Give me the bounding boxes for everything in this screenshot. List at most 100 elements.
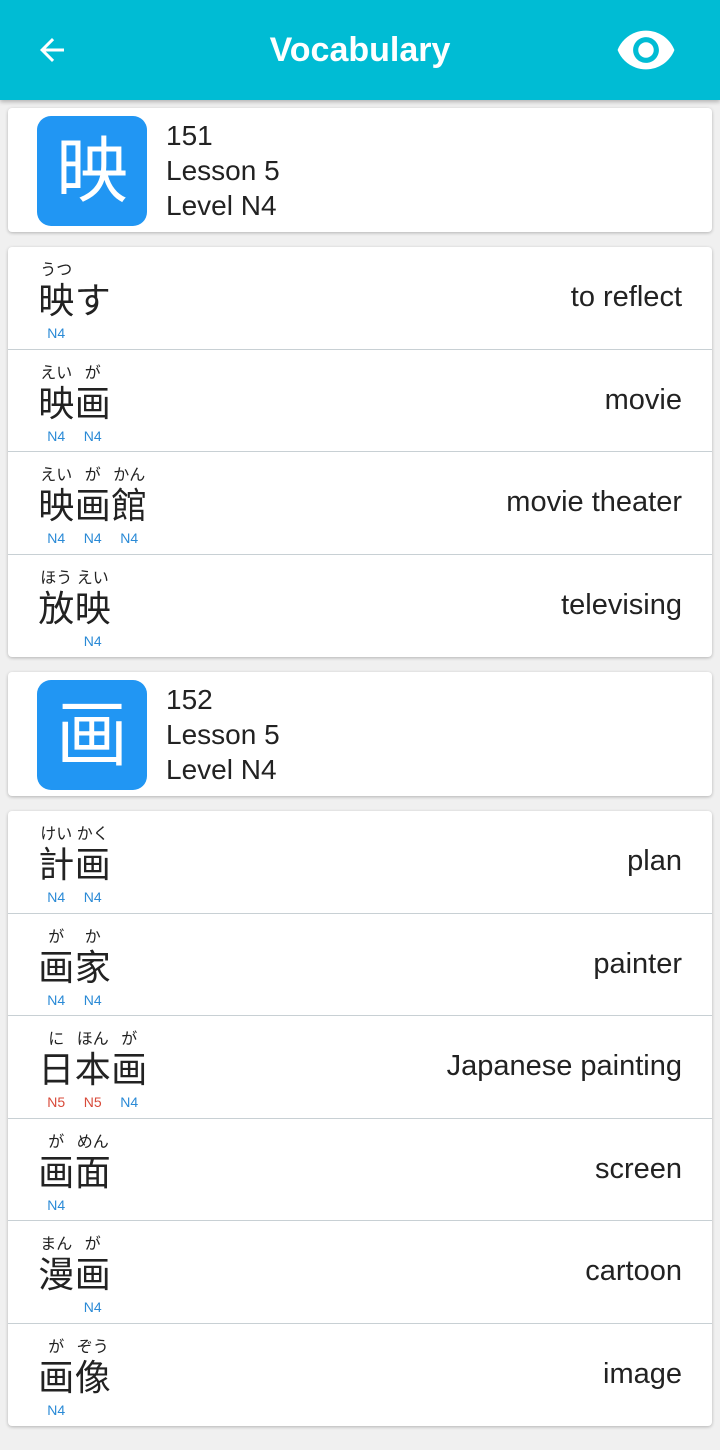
kanji-char: 面 (74, 1152, 111, 1194)
kanji-lesson: Lesson 5 (166, 719, 280, 750)
app-bar: Vocabulary (0, 0, 720, 100)
kanji-char: 家 (74, 947, 111, 989)
kanji-level: Level N4 (166, 190, 277, 221)
jlpt-level: N4 (83, 427, 102, 444)
kanji-char: 映 (38, 486, 75, 527)
jlpt-level: N5 (47, 1094, 66, 1110)
word-meaning: movie (604, 383, 682, 416)
vocab-word: が画 N4 か家 N4 (38, 926, 111, 1008)
word-char: が画 N4 (75, 464, 112, 546)
vocabulary-list[interactable]: 映 151 Lesson 5 Level N4 うつ映 N4 す to refle… (0, 100, 720, 1450)
kanji-meta: 152 Lesson 5 Level N4 (166, 682, 280, 787)
jlpt-level: N4 (120, 1094, 139, 1110)
kanji-char: 放 (38, 588, 75, 630)
word-char: まん漫 (38, 1233, 75, 1315)
kanji-meta: 151 Lesson 5 Level N4 (166, 118, 280, 223)
word-char: めん面 (75, 1131, 112, 1213)
furigana: に (48, 1029, 65, 1048)
kanji-char: 計 (38, 845, 75, 886)
kanji-header-card[interactable]: 画 152 Lesson 5 Level N4 (8, 672, 712, 796)
word-char: す (75, 259, 112, 341)
vocab-row[interactable]: まん漫 が画 N4 cartoon (8, 1221, 712, 1324)
word-char: ほう放 (38, 567, 75, 649)
jlpt-level: N4 (47, 325, 66, 341)
vocab-row[interactable]: うつ映 N4 す to reflect (8, 247, 712, 350)
word-char: が画 N4 (75, 362, 112, 444)
vocab-list-card: うつ映 N4 す to reflect えい映 N4 が画 N4 movie えい映 N… (8, 247, 712, 657)
word-char: が画 N4 (38, 1336, 75, 1418)
vocab-row[interactable]: が画 N4 ぞう像 image (8, 1324, 712, 1427)
word-char: に日 N5 (38, 1028, 75, 1110)
kanji-char: 画 (74, 1255, 111, 1296)
jlpt-level: N4 (47, 1401, 66, 1418)
kanji-char: 映 (74, 588, 111, 630)
vocab-word: ほう放 えい映 N4 (38, 567, 111, 649)
kanji-char: 画 (38, 1152, 75, 1194)
furigana: が (84, 1234, 101, 1253)
furigana: ぞう (76, 1336, 109, 1356)
furigana: が (48, 926, 65, 946)
vocab-row[interactable]: えい映 N4 が画 N4 かん館 N4 movie theater (8, 452, 712, 555)
vocab-word: えい映 N4 が画 N4 かん館 N4 (38, 464, 148, 546)
kanji-char: 像 (74, 1357, 111, 1399)
word-meaning: cartoon (585, 1255, 682, 1287)
furigana: えい (40, 465, 73, 484)
kanji-char: 画 (74, 486, 111, 527)
furigana: うつ (40, 260, 73, 279)
jlpt-level: N4 (83, 530, 102, 546)
furigana: が (84, 362, 101, 382)
kanji-tile: 画 (37, 680, 147, 790)
furigana: まん (40, 1234, 73, 1253)
word-meaning: screen (594, 1152, 682, 1185)
jlpt-level: N4 (47, 427, 66, 444)
vocab-row[interactable]: が画 N4 か家 N4 painter (8, 914, 712, 1016)
jlpt-level: N5 (83, 1094, 102, 1110)
word-meaning: image (603, 1357, 682, 1390)
word-meaning: plan (627, 845, 682, 877)
arrow-back-icon[interactable] (24, 22, 80, 78)
word-char: えい映 N4 (38, 464, 75, 546)
word-char: うつ映 N4 (38, 259, 75, 341)
word-char: えい映 N4 (38, 362, 75, 444)
furigana: が (48, 1336, 65, 1356)
kanji-lesson: Lesson 5 (166, 155, 280, 186)
furigana: かく (76, 824, 109, 843)
jlpt-level: N4 (120, 530, 139, 546)
furigana: けい (40, 824, 73, 843)
jlpt-level: N4 (83, 632, 102, 649)
jlpt-level: N4 (47, 991, 66, 1008)
word-meaning: televising (561, 588, 682, 621)
kanji-tile: 映 (37, 116, 147, 226)
kanji-char: 映 (38, 281, 75, 322)
furigana: か (84, 926, 101, 946)
furigana: ほう (40, 567, 73, 587)
kanji-char: 映 (38, 383, 75, 425)
furigana: めん (76, 1131, 109, 1151)
kanji-char: 漫 (38, 1255, 75, 1296)
vocab-row[interactable]: ほう放 えい映 N4 televising (8, 555, 712, 658)
eye-icon[interactable] (608, 20, 684, 80)
kanji-char: 画 (111, 1050, 148, 1091)
vocab-row[interactable]: が画 N4 めん面 screen (8, 1119, 712, 1221)
vocab-row[interactable]: に日 N5 ほん本 N5 が画 N4 Japanese painting (8, 1016, 712, 1119)
vocab-word: えい映 N4 が画 N4 (38, 362, 111, 444)
word-char: ほん本 N5 (75, 1028, 112, 1110)
kanji-char: 館 (111, 486, 148, 527)
jlpt-level: N4 (83, 889, 102, 905)
word-meaning: Japanese painting (446, 1050, 682, 1082)
jlpt-level: N4 (83, 991, 102, 1008)
vocab-word: に日 N5 ほん本 N5 が画 N4 (38, 1028, 148, 1110)
vocab-row[interactable]: えい映 N4 が画 N4 movie (8, 350, 712, 452)
furigana: ほん (76, 1029, 109, 1048)
furigana: が (48, 1131, 65, 1151)
vocab-word: が画 N4 ぞう像 (38, 1336, 111, 1418)
vocab-row[interactable]: けい計 N4 かく画 N4 plan (8, 811, 712, 914)
word-meaning: to reflect (570, 281, 682, 313)
furigana: えい (76, 567, 109, 587)
kanji-header-card[interactable]: 映 151 Lesson 5 Level N4 (8, 108, 712, 232)
jlpt-level: N4 (47, 530, 66, 546)
vocab-word: まん漫 が画 N4 (38, 1233, 111, 1315)
word-char: かく画 N4 (75, 823, 112, 905)
vocab-word: うつ映 N4 す (38, 259, 111, 341)
kanji-char: 本 (74, 1050, 111, 1091)
